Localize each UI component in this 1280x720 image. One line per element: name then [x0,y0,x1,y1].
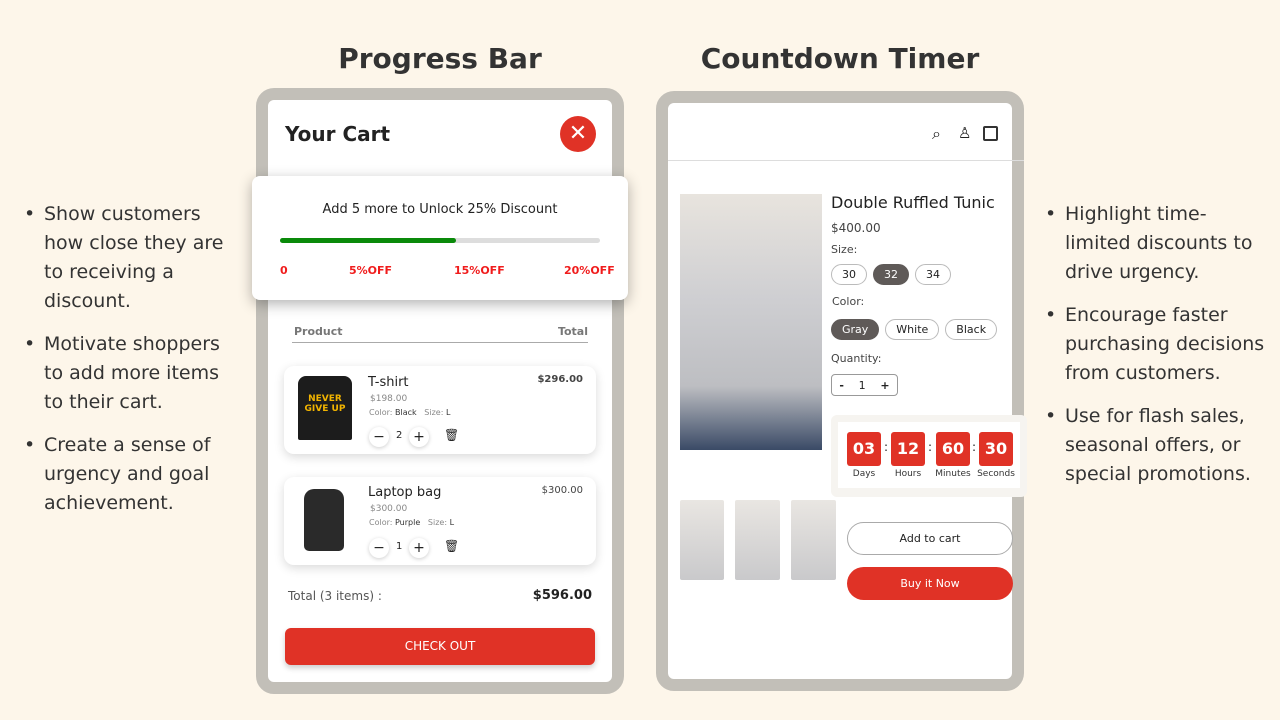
item-total: $296.00 [537,374,583,385]
bullet: Motivate shoppers to add more items to t… [24,330,239,417]
checkout-button[interactable]: CHECK OUT [285,628,595,665]
quantity-stepper[interactable]: - 1 + [831,374,898,396]
cart-item: NEVER GIVE UP T-shirt $198.00 Color: Bla… [284,366,596,454]
qty-value: 1 [858,378,866,392]
thumbnail[interactable] [680,500,724,580]
item-price: $300.00 [370,504,408,514]
product-image [680,194,822,450]
quantity-label: Quantity: [831,352,882,365]
hours-label: Hours [894,469,922,479]
add-to-cart-button[interactable]: Add to cart [847,522,1013,555]
search-icon[interactable]: ⌕ [932,124,941,144]
size-label: Size: [424,408,444,417]
timer-minutes: 60 [936,432,970,466]
progress-fill [280,238,456,243]
cart-title: Your Cart [285,122,391,146]
increase-qty-button[interactable]: + [409,538,429,558]
milestone: 15%OFF [454,264,505,277]
color-option-selected[interactable]: Gray [831,319,880,340]
qty-minus[interactable]: - [839,379,844,392]
item-size: L [449,518,455,527]
right-bullets: Highlight time-limited discounts to driv… [1045,200,1270,503]
decrease-qty-button[interactable]: − [369,427,389,447]
color-option[interactable]: Black [945,319,998,340]
color-option[interactable]: White [885,319,940,340]
size-option[interactable]: 34 [915,264,951,285]
countdown-timer: 03 : 12 : 60 : 30 Days Hours Minutes Sec… [831,415,1027,497]
item-total: $300.00 [541,485,583,496]
thumbnail[interactable] [791,500,836,580]
size-option-selected[interactable]: 32 [873,264,909,285]
minutes-label: Minutes [935,469,971,479]
size-option[interactable]: 30 [831,264,867,285]
item-name: Laptop bag [368,485,442,500]
item-qty: 1 [396,541,403,552]
total-value: $596.00 [532,588,592,603]
seconds-label: Seconds [977,469,1015,479]
color-label: Color: [369,518,393,527]
heading-countdown-timer: Countdown Timer [700,42,980,75]
progress-popup: Add 5 more to Unlock 25% Discount 0 5%OF… [252,176,628,300]
item-color: Black [395,408,417,417]
buy-now-button[interactable]: Buy it Now [847,567,1013,600]
item-price: $198.00 [370,394,408,404]
bullet: Highlight time-limited discounts to driv… [1045,200,1270,287]
heading-progress-bar: Progress Bar [338,42,542,75]
col-product: Product [294,325,343,338]
timer-days: 03 [847,432,881,466]
total-label: Total (3 items) : [288,589,382,603]
thumbnail[interactable] [735,500,780,580]
progress-track [280,238,600,243]
milestone: 0 [280,264,288,277]
col-total: Total [557,325,588,338]
header-divider [668,160,1024,161]
color-label: Color: [832,295,865,308]
cart-table-header: Product Total [292,325,588,343]
size-label: Size: [427,518,448,527]
user-icon[interactable]: ♙ [958,124,971,142]
item-color: Purple [395,518,421,527]
close-icon[interactable]: ✕ [560,116,596,152]
size-label: Size: [831,243,858,256]
item-name: T-shirt [368,375,409,390]
product-name: Double Ruffled Tunic [831,193,995,212]
bullet: Use for flash sales, seasonal offers, or… [1045,402,1270,489]
cart-item: Laptop bag $300.00 Color: Purple Size: L… [284,477,596,565]
item-qty: 2 [396,430,403,441]
decrease-qty-button[interactable]: − [369,538,389,558]
trash-icon[interactable]: 🗑 [444,428,459,442]
timer-hours: 12 [891,432,925,466]
bullet: Show customers how close they are to rec… [24,200,239,316]
product-price: $400.00 [831,221,881,235]
timer-seconds: 30 [979,432,1013,466]
days-label: Days [852,469,876,479]
bullet: Create a sense of urgency and goal achie… [24,431,239,518]
color-label: Color: [369,408,393,417]
increase-qty-button[interactable]: + [409,427,429,447]
bag-icon[interactable] [983,126,998,141]
milestone: 5%OFF [349,264,393,277]
left-bullets: Show customers how close they are to rec… [24,200,239,532]
item-size: L [445,408,451,417]
tshirt-image: NEVER GIVE UP [298,376,352,440]
trash-icon[interactable]: 🗑 [444,539,459,553]
laptop-bag-image [304,489,344,551]
milestone: 20%OFF [564,264,615,277]
progress-message: Add 5 more to Unlock 25% Discount [322,202,558,217]
qty-plus[interactable]: + [880,379,889,392]
bullet: Encourage faster purchasing decisions fr… [1045,301,1270,388]
